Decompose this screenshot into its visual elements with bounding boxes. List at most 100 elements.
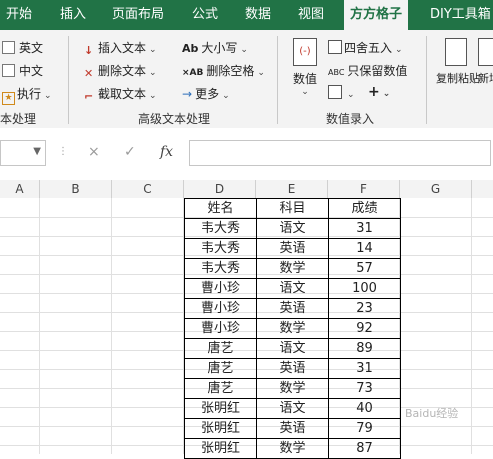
numeric-group-label: 数值录入 [326, 112, 375, 126]
score-cell[interactable]: 87 [328, 438, 401, 459]
column-header-c[interactable]: C [112, 180, 184, 198]
abc-icon: ABC [328, 68, 345, 77]
subject-cell[interactable]: 语文 [256, 338, 329, 359]
document-number-icon: (-) [293, 38, 317, 66]
score-cell[interactable]: 92 [328, 318, 401, 339]
score-cell[interactable]: 40 [328, 398, 401, 419]
numeric-big-button[interactable]: (-) 数值 ⌄ [288, 38, 322, 97]
table-row: 曹小珍 语文 100 [184, 278, 401, 299]
case-button[interactable]: Ab 大小写 ⌄ [182, 39, 248, 56]
score-cell[interactable]: 31 [328, 218, 401, 239]
extract-text-button[interactable]: ⌐ 截取文本 ⌄ [84, 85, 157, 103]
table-header-row: 姓名 科目 成绩 [184, 198, 401, 219]
name-cell[interactable]: 唐艺 [184, 378, 257, 399]
tab-data[interactable]: 数据 [245, 0, 271, 30]
execute-label: 执行 [17, 87, 42, 101]
score-cell[interactable]: 89 [328, 338, 401, 359]
score-cell[interactable]: 14 [328, 238, 401, 259]
insert-text-button[interactable]: ↓ 插入文本 ⌄ [84, 39, 157, 57]
remove-spaces-button[interactable]: ×AB 删除空格 ⌄ [182, 62, 265, 79]
column-header-g[interactable]: G [400, 180, 472, 198]
new-button[interactable]: 新增 [478, 38, 493, 86]
name-cell[interactable]: 张明红 [184, 398, 257, 419]
score-cell[interactable]: 23 [328, 298, 401, 319]
name-box[interactable]: ▼ [0, 140, 46, 166]
subject-cell[interactable]: 语文 [256, 218, 329, 239]
ab-icon: Ab [182, 42, 199, 55]
score-cell[interactable]: 73 [328, 378, 401, 399]
name-cell[interactable]: 韦大秀 [184, 258, 257, 279]
name-cell[interactable]: 曹小珍 [184, 298, 257, 319]
subject-cell[interactable]: 英语 [256, 418, 329, 439]
round-button[interactable]: 四舍五入 ⌄ [328, 39, 403, 56]
name-cell[interactable]: 曹小珍 [184, 278, 257, 299]
group-divider [68, 36, 69, 124]
confirm-icon[interactable]: ✓ [124, 144, 136, 160]
extract-text-label: 截取文本 [98, 87, 147, 101]
function-icon[interactable]: fx [160, 144, 173, 160]
name-cell[interactable]: 韦大秀 [184, 218, 257, 239]
chevron-down-icon: ⌄ [301, 87, 309, 97]
header-subject-cell[interactable]: 科目 [256, 198, 329, 219]
execute-button[interactable]: ★ 执行 ⌄ [2, 85, 52, 105]
name-cell[interactable]: 张明红 [184, 418, 257, 439]
header-score-cell[interactable]: 成绩 [328, 198, 401, 219]
clipboard-icon [445, 38, 467, 66]
chevron-down-icon: ⌄ [149, 68, 157, 78]
column-header-a[interactable]: A [0, 180, 40, 198]
name-cell[interactable]: 唐艺 [184, 338, 257, 359]
subject-cell[interactable]: 数学 [256, 258, 329, 279]
subject-cell[interactable]: 英语 [256, 298, 329, 319]
tab-page-layout[interactable]: 页面布局 [112, 0, 164, 30]
subject-cell[interactable]: 数学 [256, 438, 329, 459]
tab-fangfanggezi[interactable]: 方方格子 [344, 0, 409, 30]
chevron-down-icon: ⌄ [382, 89, 391, 99]
table-row: 张明红 语文 40 [184, 398, 401, 419]
tab-home[interactable]: 开始 [6, 0, 32, 30]
column-header-f[interactable]: F [328, 180, 400, 198]
subject-cell[interactable]: 英语 [256, 358, 329, 379]
formula-input[interactable] [189, 140, 491, 166]
subject-cell[interactable]: 语文 [256, 278, 329, 299]
score-table: 姓名 科目 成绩 韦大秀 语文 31 韦大秀 英语 14 韦大秀 数学 57 曹小珍 语文 10… [184, 198, 401, 459]
tab-diy-toolbox[interactable]: DIY工具箱 [430, 0, 491, 30]
add-button[interactable]: + ⌄ [368, 84, 390, 100]
group-divider [277, 36, 278, 124]
header-name-cell[interactable]: 姓名 [184, 198, 257, 219]
keep-numbers-button[interactable]: ABC 只保留数值 [328, 62, 407, 79]
table-row: 韦大秀 英语 14 [184, 238, 401, 259]
column-header-e[interactable]: E [256, 180, 328, 198]
score-cell[interactable]: 31 [328, 358, 401, 379]
name-cell[interactable]: 曹小珍 [184, 318, 257, 339]
more-button[interactable]: → 更多 ⌄ [182, 85, 230, 102]
tab-insert[interactable]: 插入 [60, 0, 86, 30]
copy-paste-button[interactable]: 复制粘贴 [436, 38, 480, 86]
score-cell[interactable]: 100 [328, 278, 401, 299]
name-cell[interactable]: 唐艺 [184, 358, 257, 379]
english-checkbox[interactable]: 英文 [2, 39, 43, 56]
insert-text-label: 插入文本 [98, 41, 147, 55]
column-header-d[interactable]: D [184, 180, 256, 198]
subject-cell[interactable]: 数学 [256, 378, 329, 399]
edit-button[interactable]: ⌄ [328, 85, 355, 100]
table-row: 曹小珍 数学 92 [184, 318, 401, 339]
subject-cell[interactable]: 语文 [256, 398, 329, 419]
score-cell[interactable]: 57 [328, 258, 401, 279]
name-cell[interactable]: 韦大秀 [184, 238, 257, 259]
name-cell[interactable]: 张明红 [184, 438, 257, 459]
remove-spaces-label: 删除空格 [206, 64, 255, 78]
table-row: 唐艺 语文 89 [184, 338, 401, 359]
tab-formulas[interactable]: 公式 [192, 0, 218, 30]
chevron-down-icon: ⌄ [44, 91, 52, 101]
tab-view[interactable]: 视图 [298, 0, 324, 30]
column-header-h[interactable] [472, 180, 493, 198]
chinese-checkbox[interactable]: 中文 [2, 62, 43, 79]
table-row: 曹小珍 英语 23 [184, 298, 401, 319]
subject-cell[interactable]: 英语 [256, 238, 329, 259]
column-header-b[interactable]: B [40, 180, 112, 198]
delete-text-button[interactable]: ✕ 删除文本 ⌄ [84, 62, 157, 80]
table-row: 韦大秀 语文 31 [184, 218, 401, 239]
subject-cell[interactable]: 数学 [256, 318, 329, 339]
score-cell[interactable]: 79 [328, 418, 401, 439]
cancel-icon[interactable]: × [88, 144, 100, 160]
